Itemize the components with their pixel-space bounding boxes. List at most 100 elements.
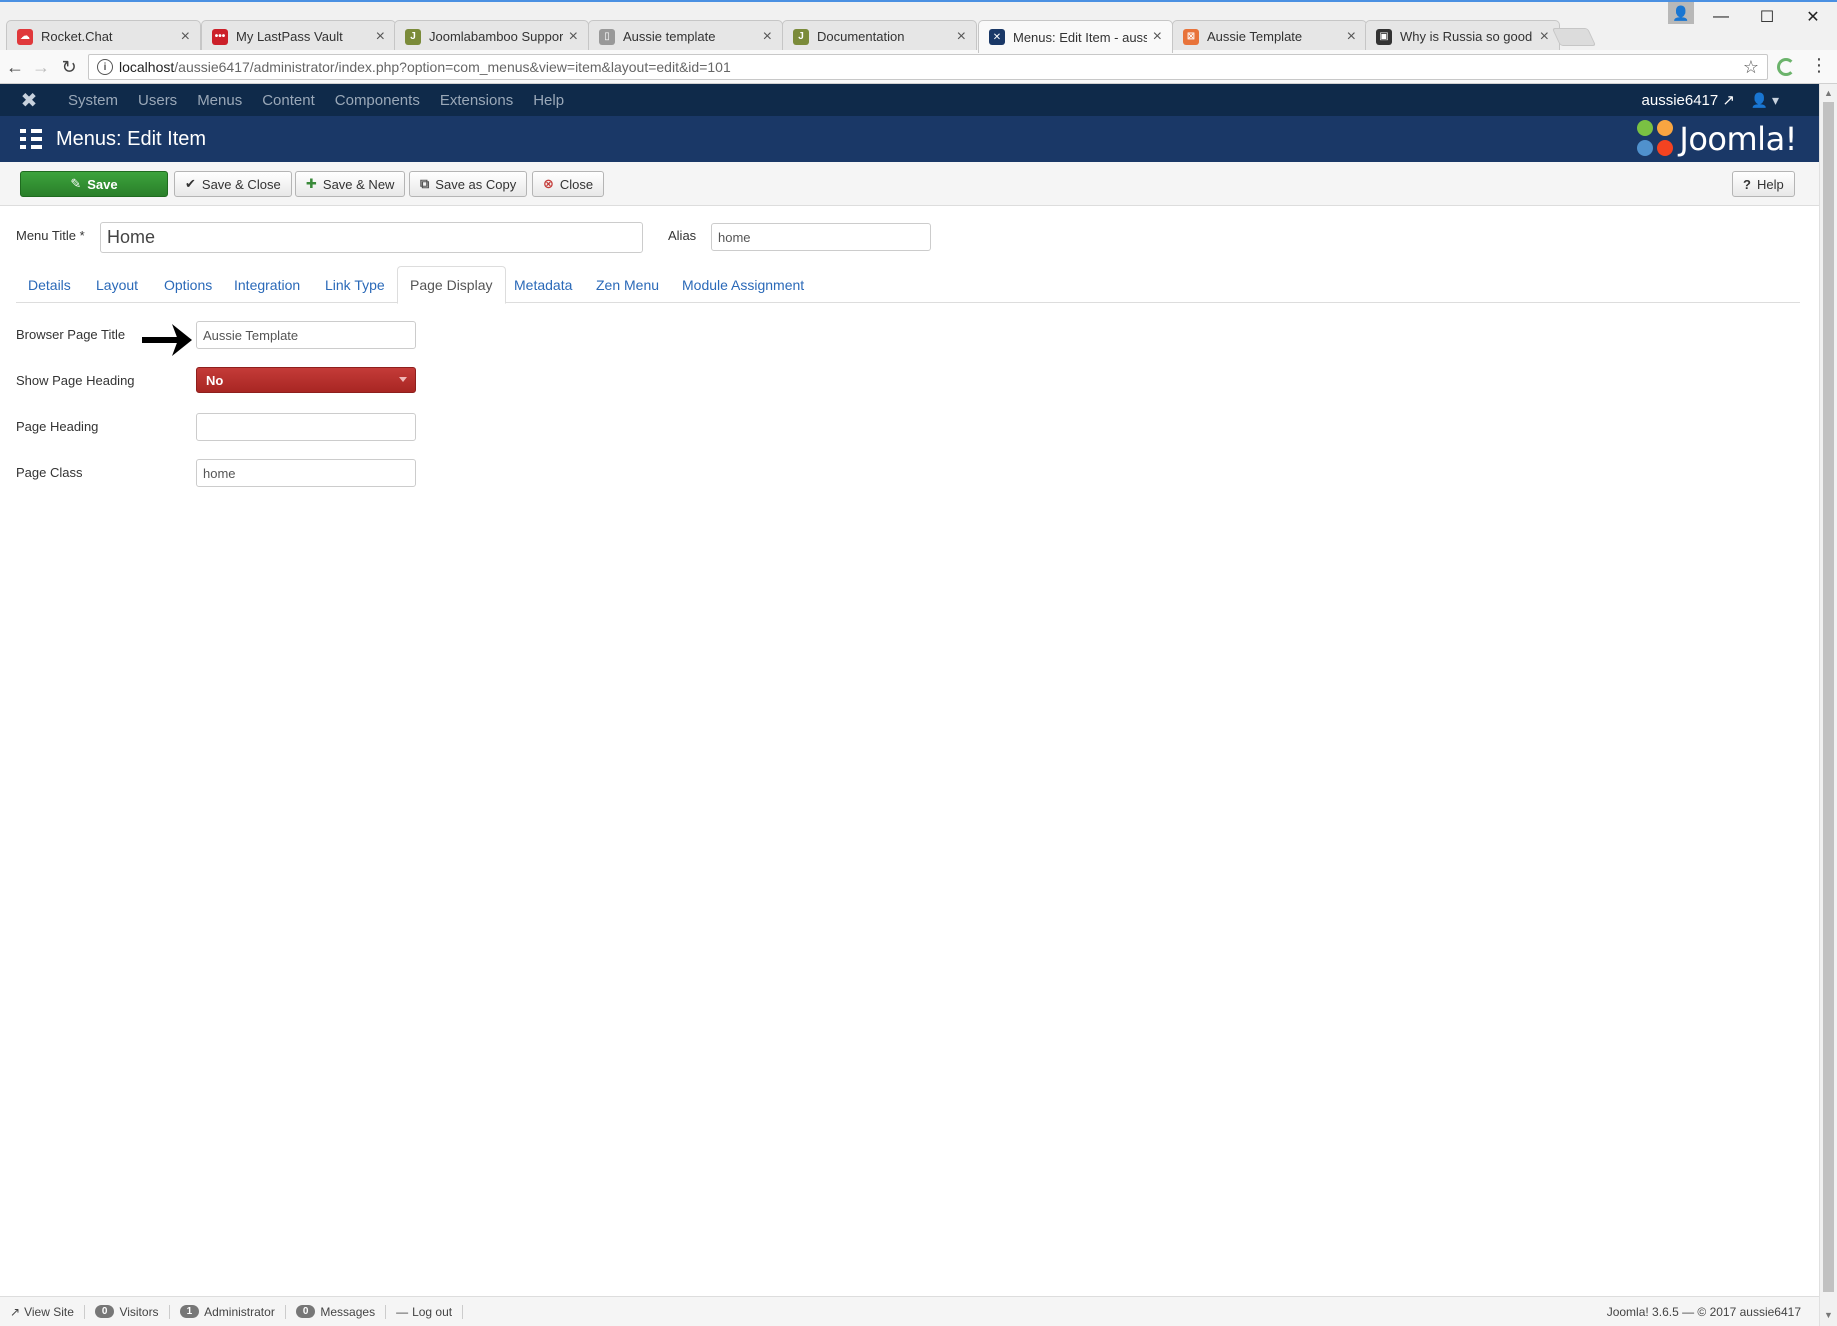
browser-tab-label: Why is Russia so good at [1400, 29, 1534, 44]
tab-close-icon[interactable]: × [763, 28, 772, 46]
save-copy-button[interactable]: ⧉ Save as Copy [409, 171, 528, 197]
browser-menu-icon[interactable]: ⋮ [1810, 55, 1828, 76]
tab-favicon-icon: ▣ [1376, 28, 1392, 45]
save-close-button[interactable]: ✔ Save & Close [174, 171, 292, 197]
page-heading-input[interactable] [196, 413, 416, 441]
browser-tab-label: Documentation [817, 29, 905, 44]
url-input[interactable]: i localhost/aussie6417/administrator/ind… [88, 54, 1768, 80]
profile-icon[interactable]: 👤 [1668, 2, 1694, 24]
tab-zen-menu[interactable]: Zen Menu [584, 266, 671, 303]
menu-title-input[interactable]: Home [100, 222, 643, 253]
administrator-status[interactable]: 1 Administrator [170, 1304, 286, 1319]
tab-close-icon[interactable]: × [957, 28, 966, 46]
view-site-link[interactable]: ↗ View Site [0, 1304, 85, 1319]
browser-tab[interactable]: J Documentation × [782, 20, 977, 52]
back-icon[interactable]: ← [2, 55, 28, 79]
save-button[interactable]: ✎ Save [20, 171, 168, 197]
scrollbar-thumb[interactable] [1823, 102, 1834, 1292]
browser-tab[interactable]: J Joomlabamboo Support × [394, 20, 589, 52]
joomla-logo-icon[interactable]: ✖ [0, 84, 58, 116]
plus-icon: ✚ [306, 176, 317, 191]
browser-tab[interactable]: ••• My LastPass Vault × [201, 20, 396, 52]
browser-tab-label: Aussie template [623, 29, 716, 44]
tab-page-display[interactable]: Page Display [397, 266, 506, 304]
minus-icon: — [396, 1304, 409, 1319]
minimize-icon[interactable]: — [1698, 2, 1744, 32]
new-tab-button[interactable] [1551, 28, 1597, 46]
toolbar: ✎ Save ✔ Save & Close ✚ Save & New ⧉ Save as… [0, 162, 1819, 206]
save-label: Save [87, 176, 118, 192]
tab-metadata[interactable]: Metadata [502, 266, 584, 303]
reload-icon[interactable]: ↻ [56, 55, 82, 79]
tab-link-type[interactable]: Link Type [313, 266, 397, 303]
version-text: Joomla! 3.6.5 — © 2017 aussie6417 [1606, 1304, 1801, 1319]
url-path: /aussie6417/administrator/index.php?opti… [174, 59, 731, 75]
logout-link[interactable]: — Log out [386, 1304, 464, 1319]
show-page-heading-select[interactable]: No [196, 367, 416, 393]
nav-menus[interactable]: Menus [187, 92, 252, 109]
tab-module-assignment[interactable]: Module Assignment [670, 266, 816, 303]
browser-tab-label: Aussie Template [1207, 29, 1303, 44]
messages-status[interactable]: 0 Messages [286, 1304, 387, 1319]
tab-favicon-icon: ••• [212, 28, 228, 45]
nav-components[interactable]: Components [325, 92, 430, 109]
browser-tab-label: My LastPass Vault [236, 29, 343, 44]
nav-system[interactable]: System [58, 92, 128, 109]
pointer-arrow-icon [142, 324, 192, 356]
scroll-down-icon[interactable]: ▼ [1824, 1310, 1833, 1320]
page-class-input[interactable]: home [196, 459, 416, 487]
browser-tab[interactable]: ▯ Aussie template × [588, 20, 783, 52]
alias-input[interactable]: home [711, 223, 931, 251]
tab-integration[interactable]: Integration [222, 266, 312, 303]
nav-content[interactable]: Content [252, 92, 325, 109]
visitors-status[interactable]: 0 Visitors [85, 1304, 170, 1319]
page-class-label: Page Class [16, 465, 83, 480]
site-user-link[interactable]: aussie6417 ↗ [1642, 91, 1735, 109]
check-icon: ✔ [185, 176, 196, 191]
tab-favicon-icon: J [405, 28, 421, 45]
nav-help[interactable]: Help [523, 92, 574, 109]
tab-close-icon[interactable]: × [1540, 28, 1549, 46]
save-new-button[interactable]: ✚ Save & New [295, 171, 406, 197]
close-button[interactable]: ⊗ Close [532, 171, 605, 197]
external-link-icon: ↗ [10, 1304, 21, 1319]
close-label: Close [559, 176, 594, 192]
tab-options[interactable]: Options [152, 266, 224, 303]
tab-close-icon[interactable]: × [376, 28, 385, 46]
messages-badge: 0 [295, 1305, 316, 1318]
visitors-label: Visitors [119, 1304, 159, 1319]
scroll-up-icon[interactable]: ▲ [1824, 88, 1833, 98]
nav-extensions[interactable]: Extensions [430, 92, 523, 109]
nav-users[interactable]: Users [128, 92, 187, 109]
save-close-label: Save & Close [201, 176, 281, 192]
browser-tab[interactable]: ▣ Why is Russia so good at × [1365, 20, 1560, 52]
show-page-heading-value: No [206, 372, 224, 388]
tab-close-icon[interactable]: × [1347, 28, 1356, 46]
tab-close-icon[interactable]: × [569, 28, 578, 46]
page-heading-label: Page Heading [16, 419, 99, 434]
user-menu-icon[interactable]: 👤 ▾ [1751, 92, 1779, 109]
extension-icon[interactable] [1777, 58, 1795, 76]
admin-top-nav: ✖ System Users Menus Content Components … [0, 84, 1819, 116]
tab-favicon-icon: ☁ [17, 28, 33, 45]
page-scrollbar[interactable]: ▲ ▼ [1819, 84, 1837, 1326]
tab-layout[interactable]: Layout [84, 266, 150, 303]
tab-details[interactable]: Details [16, 266, 83, 303]
maximize-icon[interactable]: ☐ [1744, 2, 1790, 32]
browser-tab[interactable]: ⊠ Aussie Template × [1172, 20, 1367, 52]
browser-tab[interactable]: ✕ Menus: Edit Item - aussie × [978, 20, 1173, 53]
tab-close-icon[interactable]: × [1153, 28, 1162, 46]
external-link-icon: ↗ [1722, 92, 1735, 109]
forward-icon[interactable]: → [28, 55, 54, 79]
help-button[interactable]: ? Help [1732, 171, 1795, 197]
browser-page-title-label: Browser Page Title [16, 327, 126, 342]
page-header: Menus: Edit Item Joomla! [0, 116, 1819, 162]
browser-tab[interactable]: ☁ Rocket.Chat × [6, 20, 201, 52]
close-window-icon[interactable]: ✕ [1790, 2, 1836, 32]
site-info-icon[interactable]: i [97, 59, 113, 75]
bookmark-star-icon[interactable]: ☆ [1743, 57, 1759, 78]
joomla-brand-icon [1637, 120, 1675, 158]
tab-close-icon[interactable]: × [181, 28, 190, 46]
browser-tab-label: Menus: Edit Item - aussie [1013, 29, 1147, 45]
browser-page-title-input[interactable]: Aussie Template [196, 321, 416, 349]
